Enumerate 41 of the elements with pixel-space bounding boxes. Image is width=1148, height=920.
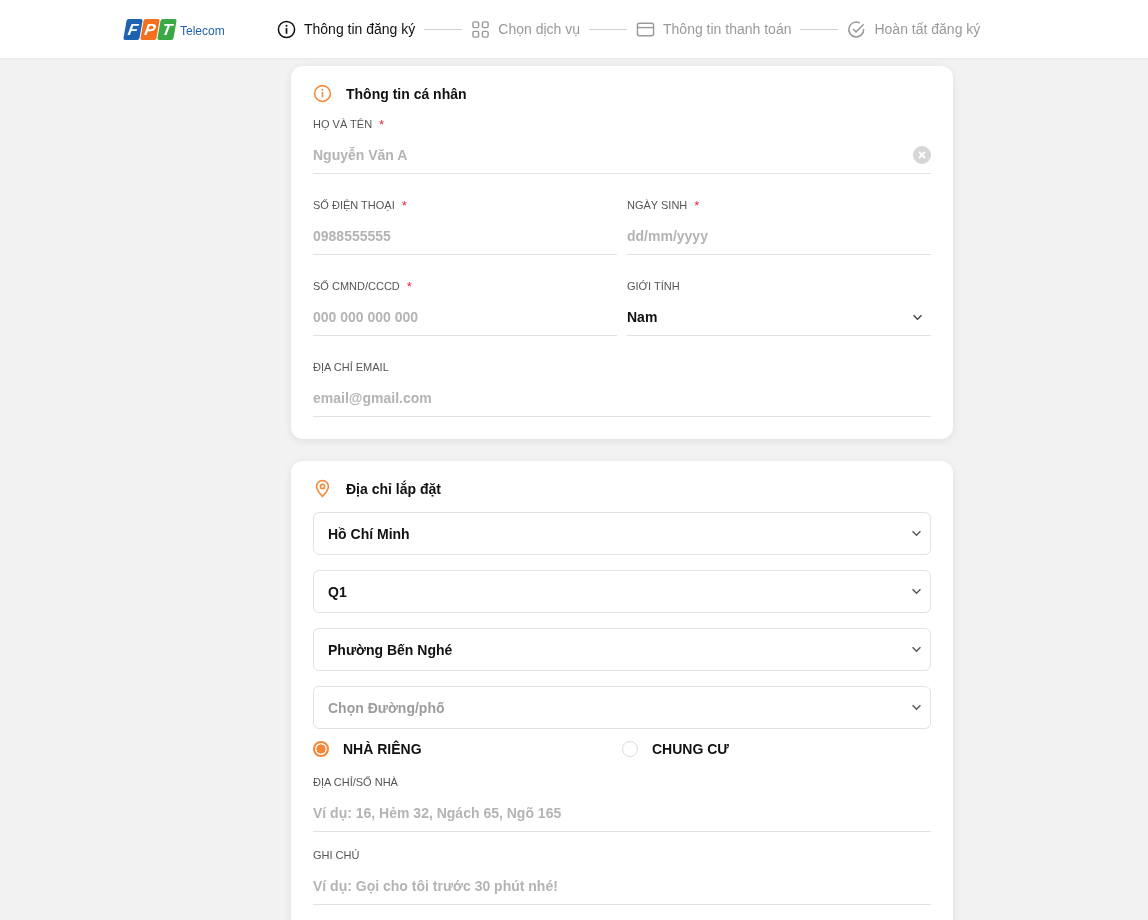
required-asterisk: * (694, 197, 700, 213)
chevron-down-icon (911, 530, 922, 537)
location-pin-icon (313, 479, 332, 498)
info-icon (277, 19, 296, 39)
field-label: HỌ VÀ TÊN (313, 118, 373, 130)
radio-label: NHÀ RIÊNG (343, 741, 422, 757)
required-asterisk: * (401, 197, 407, 213)
step-tab[interactable]: Thông tin đăng ký (277, 19, 416, 39)
text-input[interactable]: Ví dụ: Gọi cho tôi trước 30 phút nhé! (313, 874, 931, 898)
text-input[interactable]: Nguyễn Văn A (313, 143, 913, 167)
field-label: ĐỊA CHỈ/SỐ NHÀ (313, 776, 398, 788)
field-label: GHI CHÚ (313, 849, 360, 861)
radio-button[interactable] (313, 741, 329, 757)
text-input[interactable]: Ví dụ: 16, Hẻm 32, Ngách 65, Ngõ 165 (313, 801, 931, 825)
section-title: Địa chỉ lắp đặt (346, 480, 441, 497)
radio-label: CHUNG CƯ (652, 741, 729, 757)
chevron-down-icon (912, 313, 923, 321)
text-input[interactable]: email@gmail.com (313, 386, 931, 410)
field-label: ĐỊA CHỈ EMAIL (313, 361, 389, 373)
text-input[interactable]: 000 000 000 000 (313, 305, 617, 329)
text-input[interactable]: dd/mm/yyyy (627, 224, 931, 248)
dropdown-select[interactable]: Hồ Chí Minh (313, 512, 931, 555)
chevron-down-icon (911, 646, 922, 653)
section-title: Thông tin cá nhân (346, 85, 467, 102)
field-label: SỐ ĐIỆN THOẠI (313, 199, 395, 211)
text-input[interactable]: 0988555555 (313, 224, 617, 248)
brand-logo[interactable]: F P T Telecom (125, 18, 277, 40)
required-asterisk: * (379, 116, 385, 132)
clear-icon[interactable] (913, 146, 931, 164)
field-label: NGÀY SINH (627, 199, 688, 211)
gender-select[interactable]: Nam (627, 299, 931, 336)
dropdown-select[interactable]: Phường Bến Nghé (313, 628, 931, 671)
field-label: SỐ CMND/CCCD (313, 280, 400, 292)
grid-icon (471, 19, 491, 39)
required-asterisk: * (406, 278, 412, 294)
info-icon (313, 84, 332, 103)
dropdown-select[interactable]: Q1 (313, 570, 931, 613)
field-label: GIỚI TÍNH (627, 280, 680, 292)
check-circle-icon (847, 19, 867, 39)
chevron-down-icon (911, 704, 922, 711)
chevron-down-icon (911, 588, 922, 595)
